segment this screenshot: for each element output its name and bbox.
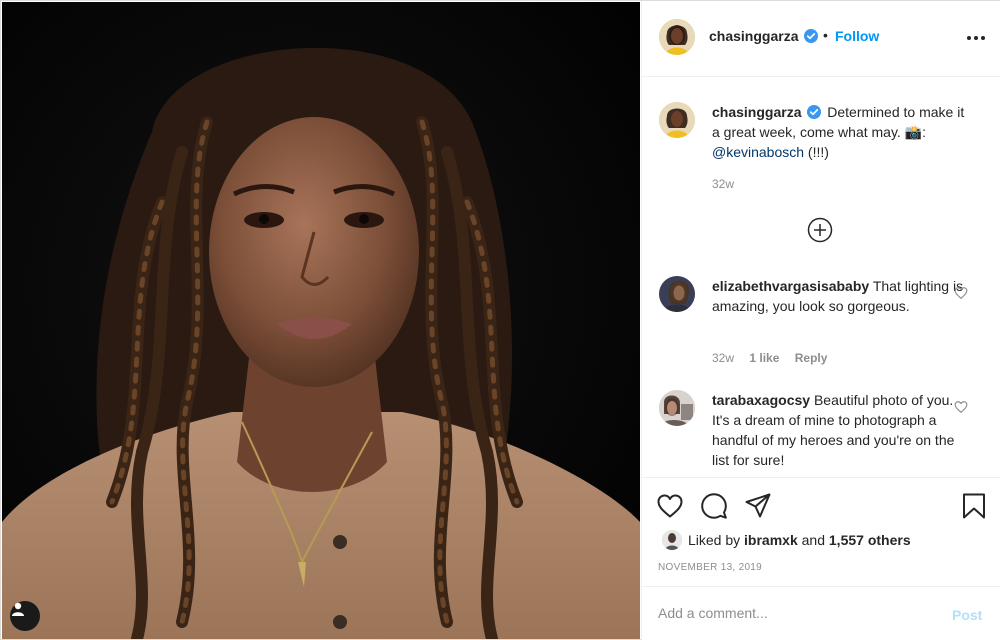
reply-button[interactable]: Reply (795, 351, 828, 365)
verified-icon (804, 29, 818, 43)
comment-meta: 32w 1 like Reply (712, 351, 839, 365)
comment-text-block: elizabethvargasisababy That lighting is … (712, 276, 972, 316)
author-avatar-image (659, 19, 695, 55)
portrait-image (2, 2, 640, 639)
commenter-avatar[interactable] (659, 276, 695, 312)
share-icon[interactable] (744, 492, 772, 520)
comment-time[interactable]: 32w (712, 351, 734, 365)
heart-icon[interactable] (954, 286, 968, 300)
caption-time[interactable]: 32w (712, 177, 734, 191)
caption-suffix: (!!!) (804, 144, 829, 160)
comment-text-block: tarabaxagocsy Beautiful photo of you. It… (712, 390, 972, 470)
heart-icon[interactable] (954, 400, 968, 414)
comment-username[interactable]: tarabaxagocsy (712, 392, 810, 408)
liker-avatar[interactable] (662, 530, 682, 550)
verified-icon (807, 105, 822, 119)
user-tag-icon (12, 602, 24, 616)
likes-summary: Liked by ibramxk and 1,557 others (688, 532, 911, 548)
comment-icon[interactable] (700, 492, 728, 520)
user-tag-button[interactable] (10, 601, 40, 631)
caption-avatar[interactable] (659, 102, 695, 138)
heart-icon[interactable] (656, 492, 684, 520)
add-circle-icon[interactable] (807, 217, 833, 243)
caption-text-block: chasinggarza Determined to make it a gre… (712, 102, 972, 162)
likes-others[interactable]: 1,557 others (829, 532, 911, 548)
caption-meta: 32w (712, 177, 746, 191)
header-separator: • (823, 27, 828, 43)
caption-mention[interactable]: @kevinabosch (712, 144, 804, 160)
more-options-icon[interactable] (964, 29, 988, 47)
commenter-avatar[interactable] (659, 390, 695, 426)
add-comment-bar: Post (642, 586, 1000, 640)
bookmark-icon[interactable] (960, 492, 988, 520)
comment-likes[interactable]: 1 like (749, 351, 779, 365)
author-avatar[interactable] (659, 19, 695, 55)
commenter-avatar-image (659, 390, 695, 426)
post-header: chasinggarza • Follow (642, 1, 1000, 77)
post-date[interactable]: NOVEMBER 13, 2019 (658, 562, 762, 573)
caption-avatar-image (659, 102, 695, 138)
likes-joiner: and (801, 532, 825, 548)
follow-button[interactable]: Follow (835, 28, 879, 44)
post-frame: chasinggarza • Follow chasinggarza Deter… (0, 0, 1000, 640)
comments-list[interactable]: chasinggarza Determined to make it a gre… (642, 78, 1000, 476)
author-username[interactable]: chasinggarza (709, 28, 798, 44)
post-side-panel: chasinggarza • Follow chasinggarza Deter… (641, 1, 1000, 640)
post-button[interactable]: Post (952, 607, 982, 623)
post-photo[interactable] (2, 2, 640, 639)
comment-input[interactable] (658, 605, 928, 621)
post-actions: Liked by ibramxk and 1,557 others NOVEMB… (642, 477, 1000, 640)
comment-username[interactable]: elizabethvargasisababy (712, 278, 869, 294)
likes-user[interactable]: ibramxk (744, 532, 798, 548)
caption-username[interactable]: chasinggarza (712, 104, 801, 120)
commenter-avatar-image (659, 276, 695, 312)
likes-prefix: Liked by (688, 532, 741, 548)
liker-avatar-image (662, 530, 682, 550)
